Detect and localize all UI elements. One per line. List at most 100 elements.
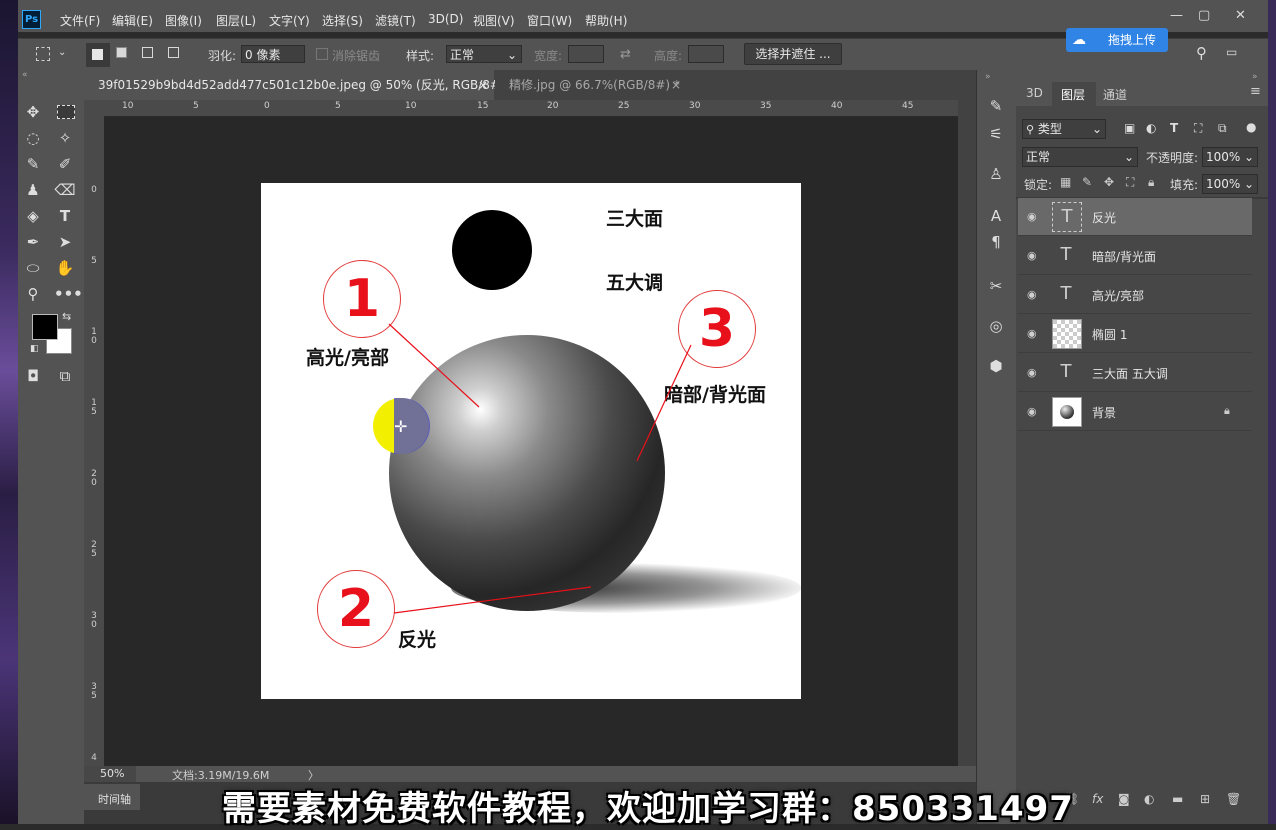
maximize-button[interactable]: ▢ (1198, 8, 1210, 23)
lock-position-icon[interactable]: ✥ (1104, 175, 1114, 189)
paragraph-panel-icon[interactable]: ¶ (985, 232, 1007, 252)
lock-transparent-icon[interactable]: ▦ (1060, 175, 1071, 189)
vertical-scrollbar[interactable] (958, 100, 976, 766)
new-layer-icon[interactable]: ⊞ (1200, 792, 1210, 806)
menu-view[interactable]: 视图(V) (473, 12, 515, 29)
screen-mode-icon[interactable]: ⧉ (54, 366, 76, 386)
menu-layer[interactable]: 图层(L) (216, 12, 256, 29)
paint-bucket-tool-icon[interactable]: ◈ (22, 206, 44, 226)
filter-shape-icon[interactable]: ⛶ (1194, 121, 1202, 136)
3d-panel-icon[interactable]: ⬢ (985, 356, 1007, 376)
rect-marquee-tool-icon[interactable] (57, 105, 75, 119)
magic-wand-tool-icon[interactable]: ✧ (54, 128, 76, 148)
layer-row[interactable]: ◉ T 暗部/背光面 (1018, 237, 1252, 275)
filter-smart-icon[interactable]: ⧉ (1218, 121, 1227, 136)
subtract-selection-icon[interactable] (142, 47, 153, 58)
menu-type[interactable]: 文字(Y) (269, 12, 310, 29)
layer-filter-select[interactable]: ⚲ 类型 ⌄ (1022, 119, 1106, 139)
feather-input[interactable]: 0 像素 (241, 45, 305, 63)
eye-icon[interactable]: ◉ (1027, 288, 1037, 301)
panel-menu-icon[interactable]: ≡ (1250, 84, 1261, 99)
stamp-tool-icon[interactable]: ♟ (22, 180, 44, 200)
path-select-tool-icon[interactable]: ➤ (54, 232, 76, 252)
layer-row[interactable]: ◉ T 高光/亮部 (1018, 276, 1252, 314)
layer-row[interactable]: ◉ T 三大面 五大调 (1018, 354, 1252, 392)
search-icon[interactable]: ⚲ (1196, 44, 1207, 62)
zoom-level[interactable]: 50% (100, 767, 124, 780)
intersect-selection-icon[interactable] (168, 47, 179, 58)
tab-channels[interactable]: 通道 (1103, 86, 1127, 103)
menu-file[interactable]: 文件(F) (60, 12, 100, 29)
adjustment-layer-icon[interactable]: ◐ (1144, 792, 1154, 806)
menu-edit[interactable]: 编辑(E) (112, 12, 153, 29)
brush-preset-icon[interactable]: ✎ (985, 96, 1007, 116)
layer-row[interactable]: ◉ 背景 🔒︎ (1018, 393, 1252, 431)
eraser-tool-icon[interactable]: ⌫ (54, 180, 76, 200)
brush-settings-icon[interactable]: ⚟ (985, 124, 1007, 144)
eye-icon[interactable]: ◉ (1027, 366, 1037, 379)
close-icon[interactable]: × (478, 70, 488, 100)
height-input[interactable] (688, 45, 724, 63)
workspace-icon[interactable]: ▭ (1226, 45, 1237, 59)
close-icon[interactable]: × (671, 70, 681, 100)
eye-icon[interactable]: ◉ (1027, 327, 1037, 340)
ellipse-tool-icon[interactable]: ⬭ (22, 258, 44, 278)
close-button[interactable]: ✕ (1235, 8, 1246, 23)
eye-icon[interactable]: ◉ (1027, 405, 1037, 418)
menu-select[interactable]: 选择(S) (322, 12, 363, 29)
menu-filter[interactable]: 滤镜(T) (375, 12, 416, 29)
filter-toggle-icon[interactable]: ● (1246, 120, 1256, 134)
tool-presets-icon[interactable]: ✂ (985, 276, 1007, 296)
brush-tool-icon[interactable]: ✐ (54, 154, 76, 174)
character-panel-icon[interactable]: A (985, 206, 1007, 226)
tab-layers[interactable]: 图层 (1061, 86, 1085, 103)
lock-all-icon[interactable]: 🔒︎ (1148, 175, 1154, 190)
select-and-mask-button[interactable]: 选择并遮住 ... (744, 43, 842, 65)
libraries-icon[interactable]: ◎ (985, 316, 1007, 336)
blend-mode-select[interactable]: 正常 ⌄ (1022, 147, 1138, 167)
filter-type-icon[interactable]: T (1170, 121, 1178, 135)
opacity-input[interactable]: 100% ⌄ (1202, 147, 1258, 167)
minimize-button[interactable]: — (1170, 8, 1183, 23)
lock-artboard-icon[interactable]: ⛶ (1126, 175, 1134, 190)
menu-3d[interactable]: 3D(D) (428, 12, 463, 26)
eye-icon[interactable]: ◉ (1027, 210, 1037, 223)
swap-icon[interactable]: ⇄ (620, 47, 631, 62)
eye-icon[interactable]: ◉ (1027, 249, 1037, 262)
chevron-down-icon[interactable]: ⌄ (58, 47, 66, 58)
default-colors-icon[interactable]: ◧ (30, 344, 39, 354)
zoom-tool-icon[interactable]: ⚲ (22, 284, 44, 304)
antialias-checkbox[interactable] (316, 48, 328, 60)
tab-active-document[interactable]: 39f01529b9bd4d52add477c501c12b0e.jpeg @ … (84, 70, 514, 100)
filter-pixel-icon[interactable]: ▣ (1124, 121, 1135, 135)
quick-mask-icon[interactable]: ◘ (22, 366, 44, 386)
menu-window[interactable]: 窗口(W) (527, 12, 572, 29)
move-tool-icon[interactable]: ✥ (22, 102, 44, 122)
lock-pixels-icon[interactable]: ✎ (1082, 175, 1092, 189)
tab-second-document[interactable]: 精修.jpg @ 66.7%(RGB/8#) * × (495, 70, 687, 100)
hand-tool-icon[interactable]: ✋ (54, 258, 76, 278)
add-mask-icon[interactable]: ◙ (1118, 792, 1130, 806)
timeline-tab[interactable]: 时间轴 (84, 784, 140, 810)
filter-adjustment-icon[interactable]: ◐ (1146, 121, 1156, 135)
width-input[interactable] (568, 45, 604, 63)
menu-help[interactable]: 帮助(H) (585, 12, 627, 29)
style-select[interactable]: 正常 ⌄ (446, 45, 522, 63)
fill-input[interactable]: 100% ⌄ (1202, 174, 1258, 194)
foreground-color-swatch[interactable] (32, 314, 58, 340)
marquee-tool-icon[interactable] (36, 47, 50, 61)
document-canvas[interactable]: ✛ 三大面 五大调 1 高光/亮部 3 暗部/背光面 2 反光 (261, 183, 801, 699)
clone-source-icon[interactable]: ♙ (985, 164, 1007, 184)
menu-image[interactable]: 图像(I) (165, 12, 202, 29)
pen-tool-icon[interactable]: ✒ (22, 232, 44, 252)
group-folder-icon[interactable]: ▬ (1172, 792, 1183, 806)
tab-3d[interactable]: 3D (1026, 86, 1043, 100)
fx-icon[interactable]: fx (1092, 792, 1103, 806)
type-tool-icon[interactable]: T (54, 206, 76, 226)
layer-row-selected[interactable]: ◉ T 反光 (1018, 198, 1252, 236)
more-tools-icon[interactable]: ••• (54, 284, 83, 304)
swap-colors-icon[interactable]: ⇆ (62, 310, 71, 323)
lasso-tool-icon[interactable]: ◌ (22, 128, 44, 148)
collapse-icon[interactable]: » (985, 72, 991, 82)
add-selection-icon[interactable] (116, 47, 127, 58)
